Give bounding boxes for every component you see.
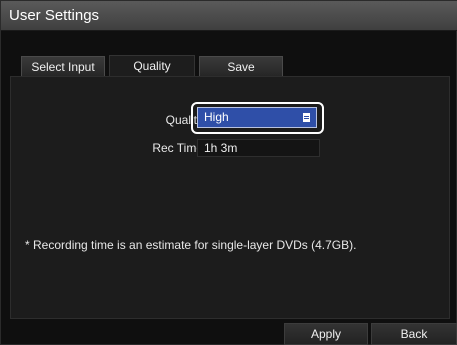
recording-note: * Recording time is an estimate for sing… [25,238,357,252]
window-title: User Settings [9,7,100,24]
rec-time-value: 1h 3m [197,139,320,157]
tab-select-input[interactable]: Select Input [21,56,105,76]
tab-quality[interactable]: Quality [109,55,195,76]
back-button[interactable]: Back [371,323,457,345]
rec-time-label: Rec Time [152,141,203,155]
settings-window: User Settings Select Input Quality Save … [0,0,457,345]
list-icon [303,113,310,122]
apply-button[interactable]: Apply [284,323,368,345]
quality-select-value: High [204,110,229,124]
quality-select[interactable]: High [197,107,317,128]
settings-panel: Quality High Rec Time 1h 3m * Recording … [10,76,450,319]
tab-save[interactable]: Save [199,56,283,76]
title-bar: User Settings [1,1,457,31]
